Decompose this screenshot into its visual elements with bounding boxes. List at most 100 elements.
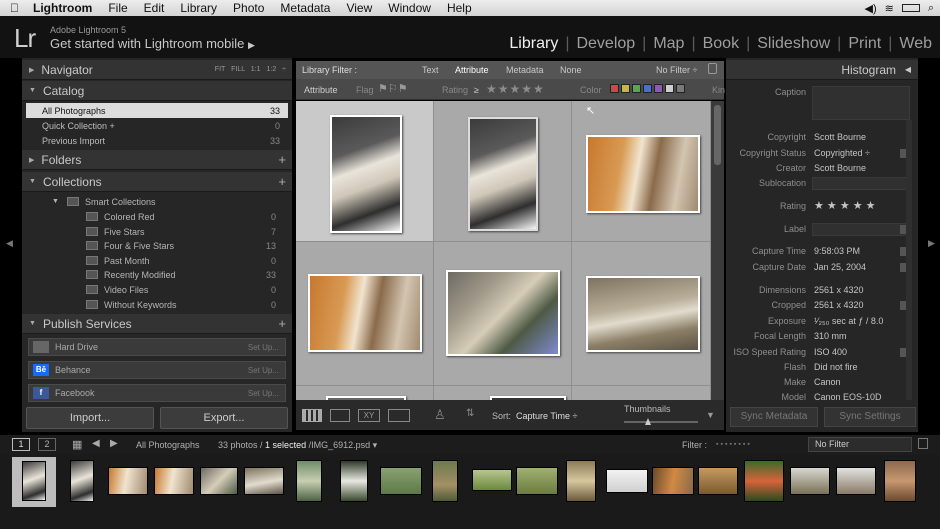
grid-cell[interactable] xyxy=(296,101,434,242)
filmstrip-thumbnail[interactable] xyxy=(884,460,916,502)
filmstrip-thumbnail[interactable] xyxy=(108,467,148,495)
photo-thumbnail[interactable] xyxy=(330,115,402,233)
filter-tab-text[interactable]: Text xyxy=(422,65,439,75)
collection-without-keywords[interactable]: Without Keywords 0 xyxy=(26,297,288,312)
filmstrip-thumbnail[interactable] xyxy=(790,467,830,495)
identity-title-text[interactable]: Get started with Lightroom mobile xyxy=(50,36,244,51)
lock-icon[interactable] xyxy=(708,63,717,74)
catalog-item-previous-import[interactable]: Previous Import 33 xyxy=(26,133,288,148)
color-swatch-6[interactable] xyxy=(676,84,685,93)
publish-hard-drive[interactable]: Hd Hard Drive Set Up... xyxy=(28,338,286,356)
color-swatch-5[interactable] xyxy=(665,84,674,93)
rating-operator[interactable]: ≥ xyxy=(474,85,479,95)
filmstrip-thumbnail[interactable] xyxy=(566,460,596,502)
collection-video-files[interactable]: Video Files 0 xyxy=(26,282,288,297)
metadata-scrollbar[interactable] xyxy=(906,120,912,400)
metadata-value[interactable]: Scott Bourne xyxy=(814,132,866,142)
filmstrip-thumbnail[interactable] xyxy=(836,467,876,495)
grid-mode-icon[interactable]: ▦ xyxy=(72,438,82,451)
grid-cell[interactable] xyxy=(572,242,711,386)
grid-cell[interactable] xyxy=(434,101,572,242)
scrollbar-thumb[interactable] xyxy=(714,105,721,165)
publish-setup-link[interactable]: Set Up... xyxy=(248,366,279,375)
add-folder-icon[interactable]: + xyxy=(278,152,286,167)
filmstrip-thumbnail[interactable] xyxy=(70,460,94,502)
metadata-value[interactable]: Copyrighted ÷ xyxy=(814,148,870,158)
grid-cell[interactable] xyxy=(296,242,434,386)
module-slideshow[interactable]: Slideshow xyxy=(757,35,830,53)
filter-tab-metadata[interactable]: Metadata xyxy=(506,65,544,75)
module-book[interactable]: Book xyxy=(703,35,739,53)
filmstrip-thumbnail[interactable] xyxy=(744,460,784,502)
filmstrip-source[interactable]: All Photographs xyxy=(136,440,200,450)
filter-tab-attribute[interactable]: Attribute xyxy=(455,65,489,75)
menu-help[interactable]: Help xyxy=(447,1,472,15)
filmstrip-filter-select[interactable]: No Filter xyxy=(808,437,912,452)
histogram-header[interactable]: Histogram ◀ xyxy=(726,60,918,80)
color-swatch-4[interactable] xyxy=(654,84,663,93)
filmstrip-thumbnail[interactable] xyxy=(154,467,194,495)
rating-stars-filter[interactable]: ★★★★★ xyxy=(486,82,545,96)
filmstrip-selected-cell[interactable] xyxy=(12,457,56,507)
right-panel-toggle-icon[interactable]: ▶ xyxy=(928,238,935,249)
forward-arrow-icon[interactable]: ▶ xyxy=(110,438,118,449)
filmstrip-thumbnail[interactable] xyxy=(244,467,284,495)
grid-cell[interactable] xyxy=(572,386,711,400)
compare-view-icon[interactable]: XY xyxy=(358,409,380,422)
collection-five-stars[interactable]: Five Stars 7 xyxy=(26,224,288,239)
color-swatch-1[interactable] xyxy=(621,84,630,93)
filmstrip-thumbnail[interactable] xyxy=(380,467,422,495)
sync-settings-button[interactable]: Sync Settings xyxy=(824,407,916,427)
identity-title[interactable]: Get started with Lightroom mobile ▶ xyxy=(50,36,255,51)
wifi-icon[interactable]: ≋ xyxy=(885,2,894,15)
loupe-view-icon[interactable] xyxy=(330,409,350,422)
survey-view-icon[interactable] xyxy=(388,409,410,422)
filmstrip-thumbnail[interactable] xyxy=(296,460,322,502)
painter-icon[interactable]: ♙ xyxy=(434,407,446,423)
add-publish-service-icon[interactable]: + xyxy=(278,316,286,331)
lock-icon[interactable] xyxy=(918,438,928,449)
menu-metadata[interactable]: Metadata xyxy=(280,1,330,15)
collection-recently-modified[interactable]: Recently Modified 33 xyxy=(26,267,288,282)
flag-filter-icon[interactable]: ⚑⚐⚑ xyxy=(378,82,408,95)
filmstrip-thumbnail[interactable] xyxy=(698,467,738,495)
battery-icon[interactable] xyxy=(901,4,920,12)
collection-colored-red[interactable]: Colored Red 0 xyxy=(26,209,288,224)
menu-app[interactable]: Lightroom xyxy=(33,1,92,15)
navigator-zoom-options[interactable]: FIT FILL 1:1 1:2 ÷ xyxy=(215,66,286,73)
add-collection-icon[interactable]: + xyxy=(278,174,286,189)
filmstrip-thumbnail[interactable] xyxy=(340,460,368,502)
publish-setup-link[interactable]: Set Up... xyxy=(248,389,279,398)
folders-header[interactable]: ▶ Folders + xyxy=(22,150,292,170)
left-panel-toggle-icon[interactable]: ◀ xyxy=(6,238,13,249)
grid-cell[interactable] xyxy=(572,101,711,242)
apple-icon[interactable]:  xyxy=(10,1,19,15)
metadata-input[interactable] xyxy=(812,86,910,120)
grid-cell[interactable] xyxy=(434,386,572,400)
sync-metadata-button[interactable]: Sync Metadata xyxy=(730,407,818,427)
module-print[interactable]: Print xyxy=(848,35,881,53)
spotlight-icon[interactable]: ⌕ xyxy=(928,2,934,15)
menu-library[interactable]: Library xyxy=(180,1,217,15)
module-map[interactable]: Map xyxy=(653,35,684,53)
import-button[interactable]: Import... xyxy=(26,407,154,429)
menu-edit[interactable]: Edit xyxy=(144,1,165,15)
filmstrip-thumbnail[interactable] xyxy=(516,467,558,495)
filmstrip-thumbnail[interactable] xyxy=(22,461,46,501)
filmstrip-thumbnail[interactable] xyxy=(606,469,648,493)
back-arrow-icon[interactable]: ◀ xyxy=(92,438,100,449)
color-swatch-3[interactable] xyxy=(643,84,652,93)
filter-tab-none[interactable]: None xyxy=(560,65,582,75)
filmstrip-thumbnail[interactable] xyxy=(432,460,458,502)
publish-services-header[interactable]: ▼ Publish Services + xyxy=(22,314,292,334)
color-swatch-0[interactable] xyxy=(610,84,619,93)
filmstrip-thumbnail[interactable] xyxy=(472,469,512,491)
filter-preset-select[interactable]: No Filter ÷ xyxy=(656,65,697,75)
metadata-input[interactable] xyxy=(812,223,910,236)
catalog-item-quick-collection[interactable]: Quick Collection + 0 xyxy=(26,118,288,133)
catalog-header[interactable]: ▼ Catalog xyxy=(22,81,292,101)
navigator-header[interactable]: ▶ Navigator FIT FILL 1:1 1:2 ÷ xyxy=(22,60,292,80)
grid-cell[interactable] xyxy=(296,386,434,400)
metadata-input[interactable] xyxy=(812,177,910,190)
volume-icon[interactable]: ◀) xyxy=(864,2,876,15)
